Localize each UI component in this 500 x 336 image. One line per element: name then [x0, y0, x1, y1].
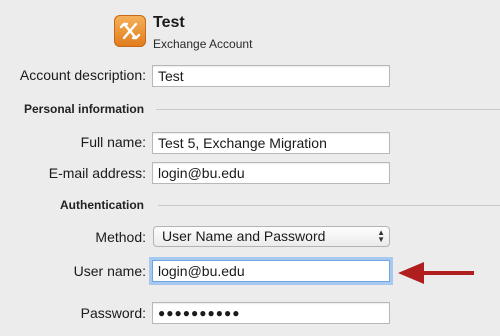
authentication-divider	[158, 205, 500, 206]
method-selected-value: User Name and Password	[162, 228, 326, 244]
full-name-field[interactable]: Test 5, Exchange Migration	[152, 132, 390, 154]
method-label: Method:	[95, 229, 146, 245]
account-description-label: Account description:	[19, 67, 146, 83]
password-label: Password:	[80, 305, 146, 321]
method-select[interactable]: User Name and Password ▲ ▼	[153, 226, 390, 247]
exchange-icon	[114, 15, 146, 47]
account-description-field[interactable]: Test	[152, 65, 390, 87]
email-address-label: E-mail address:	[48, 165, 146, 181]
username-label: User name:	[73, 263, 146, 279]
authentication-heading: Authentication	[60, 198, 144, 212]
password-field[interactable]: ●●●●●●●●●●	[152, 302, 390, 324]
annotation-arrow-icon	[398, 260, 476, 286]
personal-info-divider	[156, 109, 500, 110]
username-field[interactable]: login@bu.edu	[152, 260, 390, 282]
account-name: Test	[153, 14, 185, 31]
email-address-field[interactable]: login@bu.edu	[152, 162, 390, 184]
updown-chevron-icon: ▲ ▼	[377, 228, 385, 244]
account-type: Exchange Account	[153, 37, 253, 51]
personal-info-heading: Personal information	[24, 102, 145, 116]
full-name-label: Full name:	[80, 134, 146, 150]
